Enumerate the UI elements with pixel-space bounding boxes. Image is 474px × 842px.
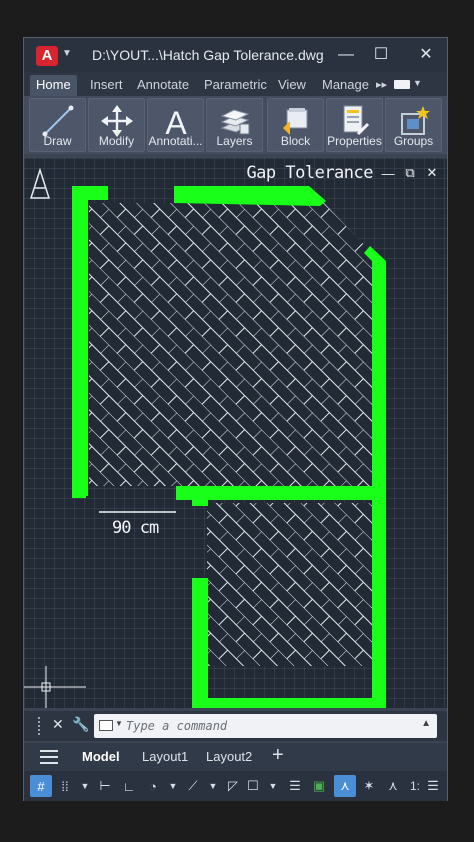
tab-insert[interactable]: Insert [84, 75, 129, 96]
polar-tracking-icon[interactable]: ◔ [142, 775, 164, 797]
ribbon-tabs: Home Insert Annotate Parametric View Man… [24, 72, 447, 96]
object-snap-tracking-icon[interactable]: ☐ [242, 775, 264, 797]
command-input[interactable] [126, 717, 416, 735]
viewport-logo-icon [29, 167, 51, 199]
command-customize-wrench-icon[interactable]: 🔧 [72, 716, 89, 733]
close-button[interactable]: ✕ [414, 44, 438, 66]
minimize-button[interactable]: — [334, 44, 358, 66]
status-bar: # ⁞⁞ ▼ ⊢ ∟ ◔ ▼ ⟋ ▼ ◸ ☐ ▼ ☰ ▣ ⋏ ✶ ⋏ 1: ☰ [24, 771, 447, 801]
viewport-title: Gap Tolerance [246, 163, 373, 183]
annotation-scale-icon[interactable]: ⋏ [334, 775, 356, 797]
workspace-switch-icon[interactable] [394, 80, 410, 89]
command-prompt-icon[interactable] [99, 720, 113, 731]
title-bar: A ▼ D:\YOUT...\Hatch Gap Tolerance.dwg —… [24, 38, 447, 72]
tab-annotate[interactable]: Annotate [131, 75, 195, 96]
properties-label: Properties [327, 134, 382, 148]
block-button[interactable]: Block [267, 98, 324, 152]
lineweight-icon[interactable]: ☰ [284, 775, 306, 797]
top-left-wall-stub[interactable] [72, 186, 108, 200]
left-wall[interactable] [72, 186, 88, 496]
text-a-icon: A [165, 105, 187, 138]
customize-menu-icon[interactable]: ☰ [422, 775, 444, 797]
transparency-icon[interactable]: ▣ [308, 775, 330, 797]
lower-room-hatch[interactable] [207, 503, 372, 666]
move-arrows-icon [100, 105, 133, 137]
app-window: A ▼ D:\YOUT...\Hatch Gap Tolerance.dwg —… [23, 37, 448, 801]
autoscale-icon[interactable]: ⋏ [382, 775, 404, 797]
modify-label: Modify [98, 134, 135, 148]
maximize-button[interactable]: ☐ [369, 44, 393, 66]
command-expand-chevron-icon[interactable]: ▲ [421, 718, 431, 729]
app-menu-chevron-down-icon[interactable]: ▼ [62, 48, 72, 59]
properties-button[interactable]: Properties [326, 98, 383, 152]
top-wall[interactable] [174, 186, 326, 206]
modify-button[interactable]: Modify [88, 98, 145, 152]
isodraft-icon[interactable]: ⟋ [182, 775, 204, 797]
annotation-label: Annotati... [148, 134, 203, 148]
dimension-label[interactable]: 90 cm [112, 518, 159, 538]
tab-parametric[interactable]: Parametric [198, 75, 273, 96]
tab-manage[interactable]: Manage [316, 75, 375, 96]
bottom-wall[interactable] [192, 698, 386, 708]
workspace-chevron-down-icon[interactable]: ▼ [413, 78, 422, 88]
ribbon-panel: Draw Modify A Annotati... Layers Block P… [24, 96, 447, 154]
tab-home[interactable]: Home [30, 75, 77, 96]
command-input-box[interactable]: ▼ ▲ [94, 714, 437, 738]
object-snap-icon[interactable]: ◸ [222, 775, 244, 797]
properties-icon [343, 105, 369, 136]
window-title: D:\YOUT...\Hatch Gap Tolerance.dwg [92, 47, 324, 63]
viewport-close-button[interactable]: ✕ [425, 165, 439, 181]
app-logo-icon[interactable]: A [36, 46, 58, 66]
annotation-button[interactable]: A Annotati... [147, 98, 204, 152]
groups-button[interactable]: Groups [385, 98, 442, 152]
grid-icon[interactable]: # [30, 775, 52, 797]
upper-room-hatch[interactable] [89, 203, 372, 486]
snap-chevron-down-icon[interactable]: ▼ [74, 775, 96, 797]
layers-label: Layers [216, 134, 253, 148]
floor-plan-drawing[interactable] [24, 158, 447, 708]
command-line: ✕ 🔧 ▼ ▲ [24, 711, 447, 741]
more-tabs-icon[interactable]: ▸▸ [370, 75, 393, 96]
tab-layout2[interactable]: Layout2 [206, 749, 252, 764]
layers-button[interactable]: Layers [206, 98, 263, 152]
block-insert-icon [282, 108, 307, 135]
groups-label: Groups [393, 134, 434, 148]
isodraft-chevron-down-icon[interactable]: ▼ [202, 775, 224, 797]
ortho-mode-icon[interactable]: ∟ [118, 775, 140, 797]
viewport-minimize-button[interactable]: — [381, 166, 395, 181]
hamburger-menu-icon[interactable] [40, 750, 58, 764]
viewport-header: Gap Tolerance — ⧉ ✕ [246, 162, 439, 184]
layers-stack-icon [220, 109, 249, 135]
drawing-canvas[interactable]: Gap Tolerance — ⧉ ✕ 90 cm [24, 158, 447, 708]
add-layout-button[interactable]: + [272, 744, 284, 767]
viewport-restore-button[interactable]: ⧉ [403, 165, 417, 181]
lower-left-wall[interactable] [192, 578, 208, 708]
command-grip-icon[interactable] [38, 717, 44, 735]
snap-mode-icon[interactable]: ⁞⁞ [54, 775, 76, 797]
crosshair-cursor-icon [24, 666, 86, 708]
layout-tabs: Model Layout1 Layout2 + [24, 743, 447, 771]
infer-constraints-icon[interactable]: ⊢ [94, 775, 116, 797]
tab-layout1[interactable]: Layout1 [142, 749, 188, 764]
command-close-icon[interactable]: ✕ [52, 716, 64, 733]
block-label: Block [280, 134, 311, 148]
osnap-chevron-down-icon[interactable]: ▼ [262, 775, 284, 797]
group-icon [400, 106, 430, 135]
middle-wall-stub[interactable] [192, 496, 208, 506]
polar-chevron-down-icon[interactable]: ▼ [162, 775, 184, 797]
bottom-left-corner[interactable] [72, 482, 86, 498]
command-history-chevron-down-icon[interactable]: ▼ [115, 719, 123, 728]
tab-model[interactable]: Model [82, 749, 120, 764]
draw-label: Draw [43, 134, 72, 148]
line-draw-icon [42, 105, 73, 137]
annotation-visibility-icon[interactable]: ✶ [358, 775, 380, 797]
draw-button[interactable]: Draw [29, 98, 86, 152]
right-lower-wall[interactable] [372, 496, 386, 708]
tab-view[interactable]: View [272, 75, 312, 96]
